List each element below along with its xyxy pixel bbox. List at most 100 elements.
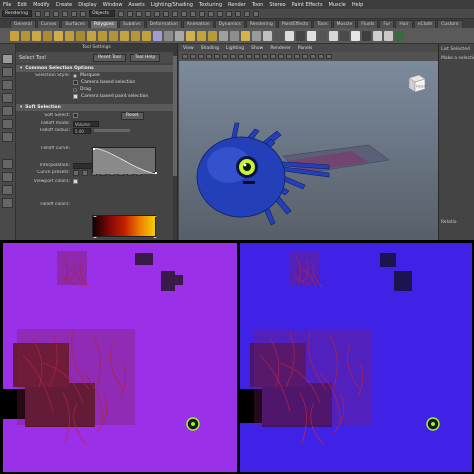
- spherical-map-icon[interactable]: [351, 30, 360, 41]
- soften-edge-icon[interactable]: [395, 30, 404, 41]
- mask-render-icon[interactable]: [172, 10, 178, 17]
- smooth-shade-icon[interactable]: [262, 54, 268, 59]
- poly-sphere-icon[interactable]: [10, 30, 19, 41]
- falloff-curve-graph[interactable]: [92, 147, 158, 175]
- mask-surface-icon[interactable]: [145, 10, 151, 17]
- normals-icon[interactable]: [373, 30, 382, 41]
- shelf-tab-dynamics[interactable]: Dynamics: [214, 20, 245, 28]
- perspective-viewport[interactable]: View Shading Lighting Show Renderer Pane…: [179, 44, 438, 240]
- extract-icon[interactable]: [142, 30, 151, 41]
- preset-smooth-icon[interactable]: [82, 169, 88, 176]
- shelf-tab-ncloth[interactable]: nCloth: [413, 20, 437, 28]
- film-gate-icon[interactable]: [214, 54, 220, 59]
- poly-cube-icon[interactable]: [21, 30, 30, 41]
- shelf-tab-deformation[interactable]: Deformation: [145, 20, 182, 28]
- grid-icon[interactable]: [206, 54, 212, 59]
- smooth-icon[interactable]: [153, 30, 162, 41]
- shelf-tab-custom[interactable]: Custom: [437, 20, 463, 28]
- falloff-mode-dropdown[interactable]: Volume: [73, 120, 99, 127]
- shelf-tab-fur[interactable]: Fur: [379, 20, 395, 28]
- extrude-icon[interactable]: [186, 30, 195, 41]
- falloff-color-ramp[interactable]: [92, 213, 157, 240]
- menu-item-file[interactable]: File: [3, 2, 11, 8]
- rotate-tool-icon[interactable]: [2, 106, 13, 116]
- uv-editor-icon[interactable]: [318, 30, 327, 41]
- poly-cone-icon[interactable]: [43, 30, 52, 41]
- menu-item-paint-effects[interactable]: Paint Effects: [292, 2, 323, 8]
- render-settings-icon[interactable]: [253, 10, 259, 17]
- poly-pyramid-icon[interactable]: [87, 30, 96, 41]
- menu-item-edit[interactable]: Edit: [17, 2, 27, 8]
- menu-item-display[interactable]: Display: [78, 2, 96, 8]
- combine-icon[interactable]: [120, 30, 129, 41]
- channel-box-tab-selected[interactable]: Selected: [450, 47, 470, 52]
- vp-menu-lighting[interactable]: Lighting: [226, 46, 244, 51]
- menu-item-lighting-shading[interactable]: Lighting/Shading: [151, 2, 193, 8]
- wireframe-on-shaded-icon[interactable]: [270, 54, 276, 59]
- poly-torus-icon[interactable]: [65, 30, 74, 41]
- safe-action-icon[interactable]: [246, 54, 252, 59]
- cylindrical-map-icon[interactable]: [340, 30, 349, 41]
- isolate-select-icon[interactable]: [310, 54, 316, 59]
- menu-item-toon[interactable]: Toon: [252, 2, 264, 8]
- vp-menu-show[interactable]: Show: [251, 46, 263, 51]
- menu-item-assets[interactable]: Assets: [128, 2, 144, 8]
- shadows-icon[interactable]: [294, 54, 300, 59]
- textured-icon[interactable]: [278, 54, 284, 59]
- reset-tool-button[interactable]: Reset Tool: [93, 53, 126, 62]
- tool-help-button[interactable]: Tool Help: [129, 53, 161, 62]
- shelf-tab-fluids[interactable]: Fluids: [357, 20, 379, 28]
- soft-selection-section[interactable]: ▾ Soft Selection: [16, 104, 177, 111]
- select-component-icon[interactable]: [80, 10, 86, 17]
- poly-pipe-icon[interactable]: [98, 30, 107, 41]
- merge-to-center-icon[interactable]: [296, 30, 305, 41]
- soft-select-checkbox[interactable]: [73, 113, 78, 118]
- layout-single-icon[interactable]: [2, 159, 13, 169]
- new-scene-icon[interactable]: [35, 10, 41, 17]
- resolution-gate-icon[interactable]: [222, 54, 228, 59]
- view-cube[interactable]: FRONT: [405, 72, 427, 94]
- snap-grid-icon[interactable]: [190, 10, 196, 17]
- boolean-icon[interactable]: [164, 30, 173, 41]
- menu-item-modify[interactable]: Modify: [33, 2, 50, 8]
- layout-four-icon[interactable]: [2, 172, 13, 182]
- menu-item-render[interactable]: Render: [228, 2, 246, 8]
- shelf-tab-rendering[interactable]: Rendering: [245, 20, 277, 28]
- gate-mask-icon[interactable]: [230, 54, 236, 59]
- offset-edge-loop-icon[interactable]: [252, 30, 261, 41]
- soft-reset-button[interactable]: Reset: [121, 111, 144, 120]
- menu-item-texturing[interactable]: Texturing: [199, 2, 222, 8]
- shelf-tab-hair[interactable]: Hair: [395, 20, 413, 28]
- reverse-normals-icon[interactable]: [384, 30, 393, 41]
- layout-side-icon[interactable]: [2, 185, 13, 195]
- camera-based-checkbox[interactable]: [73, 80, 78, 85]
- insert-edge-loop-icon[interactable]: [241, 30, 250, 41]
- collapse-icon[interactable]: [263, 30, 272, 41]
- menu-item-stereo[interactable]: Stereo: [269, 2, 285, 8]
- scale-tool-icon[interactable]: [2, 119, 13, 129]
- merge-icon[interactable]: [285, 30, 294, 41]
- scrollbar-thumb[interactable]: [173, 56, 177, 176]
- channel-box-tab-list[interactable]: List: [441, 47, 449, 52]
- selection-mask-dropdown[interactable]: Objects: [89, 10, 115, 17]
- shelf-tab-general[interactable]: General: [10, 20, 36, 28]
- viewport-colors-checkbox[interactable]: [73, 179, 78, 184]
- mask-handle-icon[interactable]: [118, 10, 124, 17]
- vp-menu-panels[interactable]: Panels: [298, 46, 312, 51]
- mask-misc-icon[interactable]: [181, 10, 187, 17]
- ipr-render-icon[interactable]: [244, 10, 250, 17]
- vp-menu-view[interactable]: View: [183, 46, 194, 51]
- mask-joint-icon[interactable]: [127, 10, 133, 17]
- paint-select-tool-icon[interactable]: [2, 80, 13, 90]
- poly-prism-icon[interactable]: [76, 30, 85, 41]
- preset-linear-icon[interactable]: [73, 169, 79, 176]
- lasso-tool-icon[interactable]: [2, 67, 13, 77]
- layout-outliner-icon[interactable]: [2, 198, 13, 208]
- marquee-radio[interactable]: [73, 73, 77, 78]
- select-hierarchy-icon[interactable]: [62, 10, 68, 17]
- separate-icon[interactable]: [131, 30, 140, 41]
- camera-attributes-icon[interactable]: [182, 54, 188, 59]
- shelf-tab-animation[interactable]: Animation: [182, 20, 214, 28]
- snap-plane-icon[interactable]: [217, 10, 223, 17]
- shelf-tab-muscle[interactable]: Muscle: [332, 20, 357, 28]
